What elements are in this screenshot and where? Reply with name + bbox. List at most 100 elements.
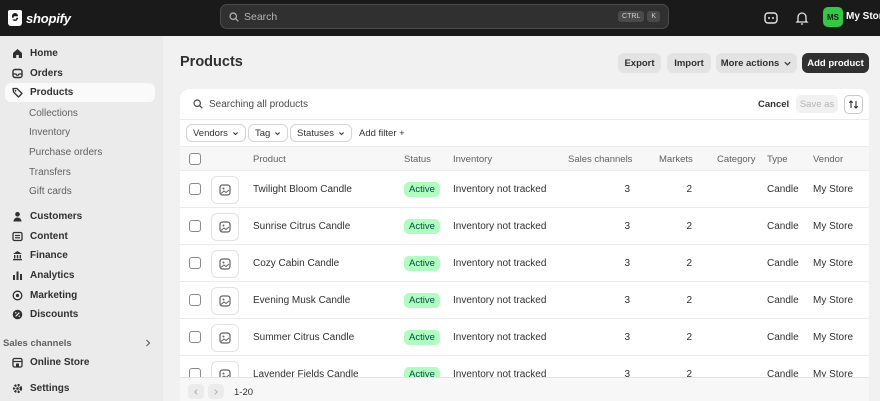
sidebar-item-customers[interactable]: Customers: [5, 207, 155, 226]
next-page-button[interactable]: [208, 384, 224, 399]
column-header-type[interactable]: Type: [767, 154, 788, 165]
sidebar-subitem-purchase-orders[interactable]: Purchase orders: [29, 147, 102, 158]
sales-channels-value: 3: [624, 221, 630, 232]
sidebar-item-label: Home: [30, 48, 58, 59]
sales-channels-value: 3: [624, 295, 630, 306]
gear-icon: [11, 383, 23, 395]
table-row[interactable]: Sunrise Citrus Candle Active Inventory not…: [180, 208, 869, 245]
type-value: Candle: [767, 258, 799, 269]
column-header-sales-channels[interactable]: Sales channels: [568, 154, 632, 165]
avatar[interactable]: MS: [823, 7, 843, 27]
table-row[interactable]: Twilight Bloom Candle Active Inventory not…: [180, 171, 869, 208]
cancel-button[interactable]: Cancel: [758, 99, 789, 110]
inventory-value: Inventory not tracked: [453, 295, 547, 306]
sort-button[interactable]: [844, 95, 863, 114]
table-row[interactable]: Cozy Cabin Candle Active Inventory not tra…: [180, 245, 869, 282]
sidebar-subitem-collections[interactable]: Collections: [29, 108, 78, 119]
chevron-down-icon: [338, 131, 344, 135]
filter-label: Statuses: [297, 127, 334, 139]
column-header-product[interactable]: Product: [253, 154, 286, 165]
product-name[interactable]: Evening Musk Candle: [253, 295, 350, 306]
row-checkbox[interactable]: [189, 220, 201, 232]
image-placeholder-icon: [219, 184, 231, 196]
product-name[interactable]: Summer Citrus Candle: [253, 332, 354, 343]
sidebar-subitem-gift-cards[interactable]: Gift cards: [29, 186, 72, 197]
table-header: Product Status Inventory Sales channels …: [180, 147, 869, 171]
product-thumbnail[interactable]: [211, 287, 239, 315]
product-thumbnail[interactable]: [211, 250, 239, 278]
product-thumbnail[interactable]: [211, 213, 239, 241]
table-row[interactable]: Evening Musk Candle Active Inventory not t…: [180, 282, 869, 319]
search-icon: [193, 99, 203, 109]
shopify-bag-icon: [8, 10, 22, 26]
add-product-button[interactable]: Add product: [802, 53, 869, 73]
vendor-value: My Store: [813, 258, 854, 269]
sidebar-item-label: Orders: [30, 68, 63, 79]
sidebar-subitem-inventory[interactable]: Inventory: [29, 127, 70, 138]
status-badge: Active: [404, 219, 440, 234]
add-filter-button[interactable]: Add filter +: [352, 124, 412, 142]
sales-channels-heading[interactable]: Sales channels: [3, 338, 72, 349]
row-checkbox[interactable]: [189, 331, 201, 343]
home-icon: [11, 48, 23, 60]
statuses-filter[interactable]: Statuses: [290, 124, 352, 142]
vendor-value: My Store: [813, 184, 854, 195]
sidebar-item-home[interactable]: Home: [5, 44, 155, 63]
pagination-bar: 1-20: [180, 377, 869, 401]
row-checkbox[interactable]: [189, 183, 201, 195]
sidebar-subitem-transfers[interactable]: Transfers: [29, 167, 71, 178]
tag-icon: [11, 87, 23, 99]
sidebar-item-label: Content: [30, 231, 68, 242]
sidebar-item-online-store[interactable]: Online Store: [5, 353, 155, 372]
product-search-row: Searching all products Cancel Save as: [180, 89, 869, 120]
tag-filter[interactable]: Tag: [248, 124, 289, 142]
product-search-input[interactable]: Searching all products: [209, 99, 308, 110]
column-header-vendor[interactable]: Vendor: [813, 154, 843, 165]
product-name[interactable]: Cozy Cabin Candle: [253, 258, 339, 269]
sidekick-icon[interactable]: [763, 10, 779, 26]
sidebar: Home Orders Products Collections Invento…: [0, 36, 163, 401]
sidebar-item-label: Customers: [30, 211, 83, 222]
sort-arrows-icon: [848, 100, 859, 109]
more-actions-button[interactable]: More actions: [716, 53, 797, 73]
sidebar-item-marketing[interactable]: Marketing: [5, 286, 155, 305]
shopify-logo[interactable]: shopify: [8, 8, 71, 28]
save-as-button[interactable]: Save as: [796, 95, 838, 113]
sidebar-item-products[interactable]: Products: [5, 83, 155, 102]
column-header-markets[interactable]: Markets: [659, 154, 693, 165]
product-name[interactable]: Sunrise Citrus Candle: [253, 221, 350, 232]
select-all-checkbox[interactable]: [189, 153, 201, 165]
export-button[interactable]: Export: [618, 53, 661, 73]
column-header-inventory[interactable]: Inventory: [453, 154, 492, 165]
chevron-down-icon: [232, 131, 238, 135]
product-thumbnail[interactable]: [211, 324, 239, 352]
bell-icon[interactable]: [794, 10, 810, 26]
sidebar-item-discounts[interactable]: Discounts: [5, 305, 155, 324]
row-checkbox[interactable]: [189, 257, 201, 269]
chevron-right-icon[interactable]: [143, 338, 153, 348]
shortcut-key-k: K: [647, 11, 660, 22]
table-row[interactable]: Summer Citrus Candle Active Inventory not …: [180, 319, 869, 356]
product-name[interactable]: Twilight Bloom Candle: [253, 184, 352, 195]
filter-label: Vendors: [193, 127, 228, 139]
sidebar-item-orders[interactable]: Orders: [5, 64, 155, 83]
column-header-status[interactable]: Status: [404, 154, 431, 165]
markets-value: 2: [686, 295, 692, 306]
sidebar-item-settings[interactable]: Settings: [5, 379, 155, 398]
sidebar-item-analytics[interactable]: Analytics: [5, 266, 155, 285]
page-title: Products: [180, 54, 243, 70]
sidebar-item-content[interactable]: Content: [5, 227, 155, 246]
global-search[interactable]: Search CTRL K: [220, 4, 669, 29]
row-checkbox[interactable]: [189, 294, 201, 306]
sidebar-item-label: Analytics: [30, 270, 75, 281]
chevron-down-icon: [784, 61, 791, 66]
import-button[interactable]: Import: [667, 53, 711, 73]
column-header-category[interactable]: Category: [717, 154, 756, 165]
inventory-value: Inventory not tracked: [453, 258, 547, 269]
product-thumbnail[interactable]: [211, 176, 239, 204]
store-name[interactable]: My Store: [846, 11, 880, 22]
previous-page-button[interactable]: [188, 384, 204, 399]
vendors-filter[interactable]: Vendors: [186, 124, 246, 142]
sidebar-item-label: Products: [30, 87, 74, 98]
sidebar-item-finance[interactable]: Finance: [5, 246, 155, 265]
